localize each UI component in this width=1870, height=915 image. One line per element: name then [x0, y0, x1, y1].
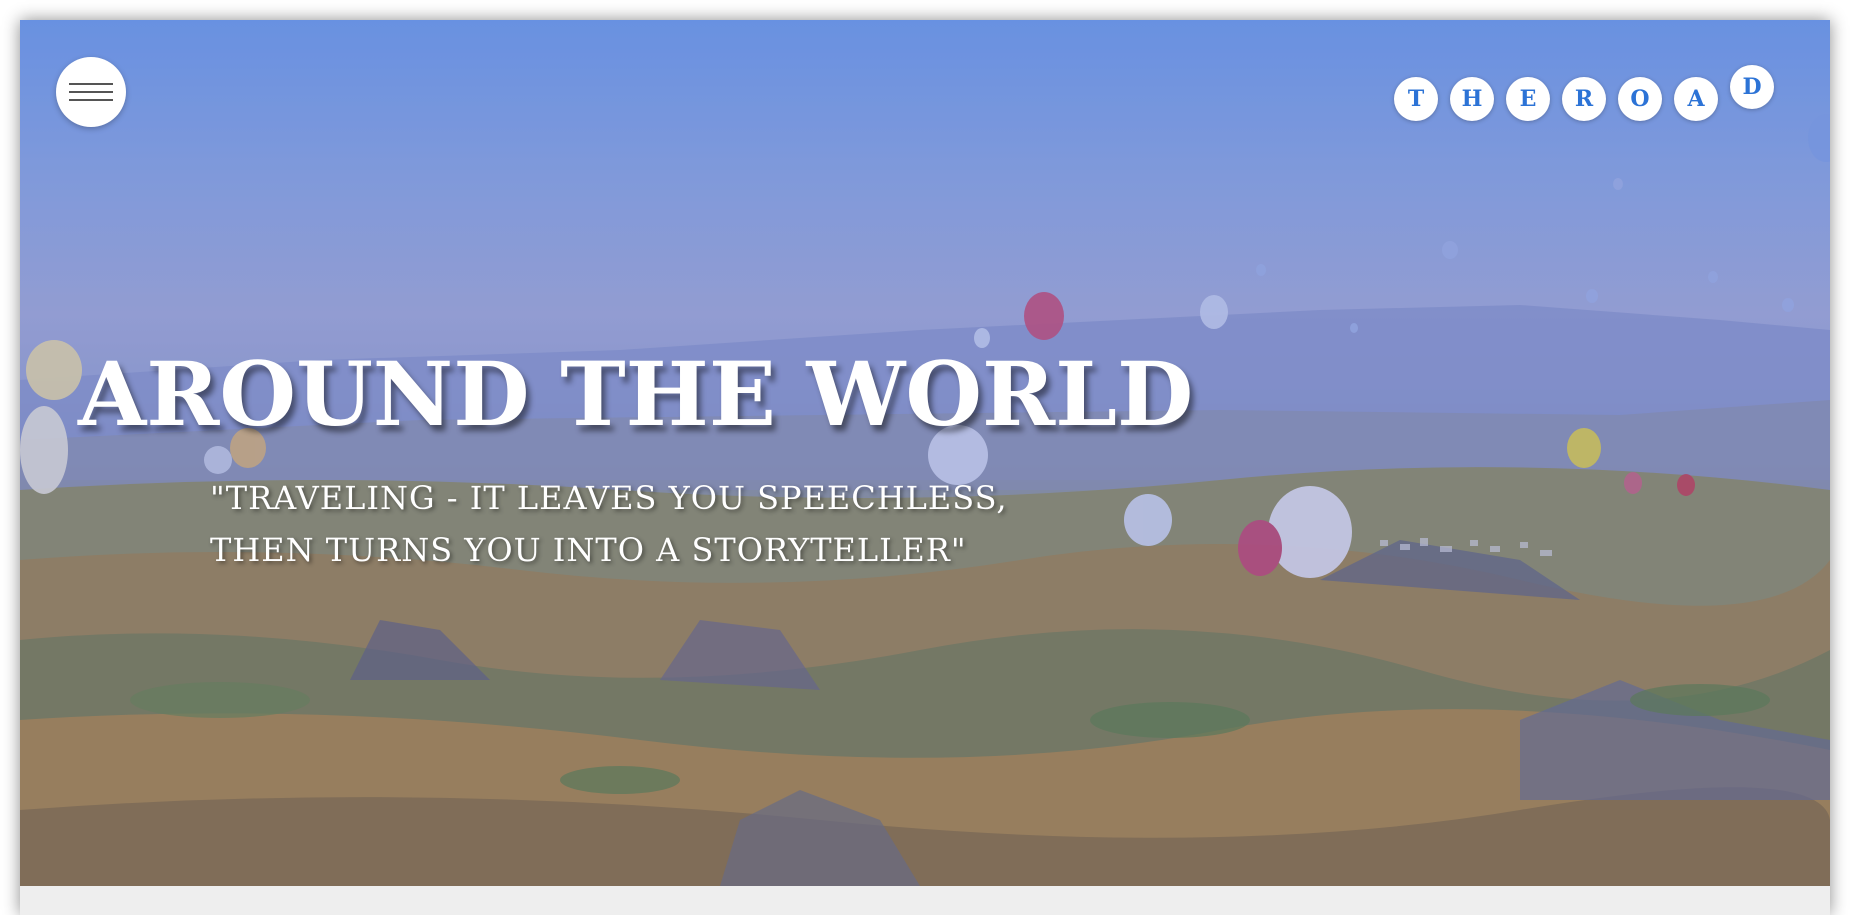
logo-letter-d: D — [1730, 65, 1774, 109]
logo-letter-o: O — [1618, 77, 1662, 121]
logo-letter-t: T — [1394, 77, 1438, 121]
hero-quote-line-2: THEN TURNS YOU INTO A STORYTELLER" — [210, 531, 967, 569]
page-frame: T H E R O A D AROUND THE WORLD "TRAVELIN… — [20, 20, 1830, 915]
content-section-start — [20, 886, 1830, 915]
logo-letter-e: E — [1506, 77, 1550, 121]
hero-banner: T H E R O A D AROUND THE WORLD "TRAVELIN… — [20, 20, 1830, 886]
logo-letter-a: A — [1674, 77, 1718, 121]
site-logo[interactable]: T H E R O A D — [1394, 65, 1794, 145]
hero-title: AROUND THE WORLD — [78, 342, 1194, 446]
logo-letter-r: R — [1562, 77, 1606, 121]
hamburger-menu-button[interactable] — [56, 57, 126, 127]
hamburger-menu-icon — [69, 80, 113, 104]
hero-quote-line-1: "TRAVELING - IT LEAVES YOU SPEECHLESS, — [210, 479, 1008, 517]
hero-quote: "TRAVELING - IT LEAVES YOU SPEECHLESS, T… — [210, 472, 1008, 576]
logo-letter-h: H — [1450, 77, 1494, 121]
hero-tint-overlay — [20, 20, 1830, 886]
